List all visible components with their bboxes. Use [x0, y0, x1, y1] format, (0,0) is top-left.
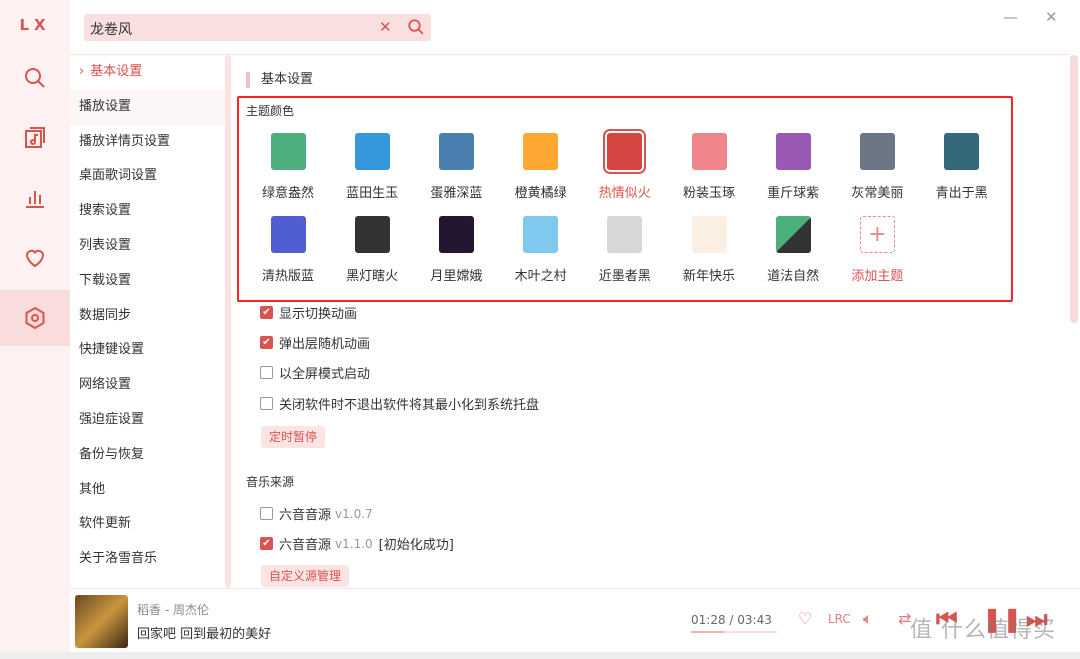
- checkbox[interactable]: [260, 507, 273, 520]
- checkbox-option[interactable]: 关闭软件时不退出软件将其最小化到系统托盘: [260, 394, 539, 413]
- checkbox-option[interactable]: 以全屏模式启动: [260, 363, 370, 382]
- scrollbar-thumb[interactable]: [1070, 55, 1078, 323]
- checkbox[interactable]: [260, 366, 273, 379]
- source-status: [初始化成功]: [378, 538, 454, 553]
- nav-item-label: 播放设置: [79, 98, 132, 114]
- source-version: v1.0.7: [335, 506, 373, 521]
- custom-source-button[interactable]: 自定义源管理: [261, 565, 350, 587]
- nav-item[interactable]: 下载设置: [70, 264, 225, 299]
- checkbox-option[interactable]: ✔ 弹出层随机动画: [260, 333, 370, 352]
- timer-pause-button[interactable]: 定时暂停: [261, 426, 326, 448]
- content-scrollbar[interactable]: [1070, 55, 1078, 588]
- search-icon: [25, 68, 45, 88]
- progress-bar[interactable]: [691, 631, 777, 633]
- nav-item[interactable]: 网络设置: [70, 368, 225, 403]
- checkbox-label: 六音音源: [279, 508, 332, 523]
- watermark: 值 什么值得买: [910, 618, 1056, 643]
- nav-item[interactable]: 播放详情页设置: [70, 125, 225, 160]
- nav-item-label: 播放详情页设置: [79, 133, 171, 149]
- nav-item[interactable]: 快捷键设置: [70, 333, 225, 368]
- nav-item[interactable]: 软件更新: [70, 507, 225, 542]
- annotation-highlight-box: [237, 96, 1013, 302]
- nav-item[interactable]: 备份与恢复: [70, 438, 225, 473]
- checkbox-option[interactable]: 六音音源 v1.0.7: [260, 504, 379, 523]
- checkbox-option[interactable]: ✔ 六音音源 v1.1.0 [初始化成功]: [260, 534, 454, 553]
- nav-item-label: 下载设置: [79, 272, 132, 288]
- nav-item-label: 基本设置: [90, 64, 143, 79]
- nav-item[interactable]: 关于洛雪音乐: [70, 542, 225, 577]
- nav-item-label: 其他: [79, 481, 106, 497]
- nav-item[interactable]: 列表设置: [70, 229, 225, 264]
- nav-item-label: 网络设置: [79, 377, 132, 393]
- heart-icon: [25, 249, 45, 268]
- window-shadow: [0, 652, 1080, 659]
- nav-item[interactable]: 搜索设置: [70, 194, 225, 229]
- search-input[interactable]: 龙卷风: [90, 19, 132, 39]
- section-title: 基本设置: [246, 72, 313, 88]
- current-lyric: 回家吧 回到最初的美好: [137, 627, 272, 642]
- checkbox[interactable]: ✔: [260, 306, 273, 319]
- settings-nav: › 基本设置播放设置播放详情页设置 桌面歌词设置 搜索设置列表设置下载设置数据同步快捷…: [70, 55, 225, 577]
- rail-songlist[interactable]: [0, 110, 70, 166]
- nav-item-label: 数据同步: [79, 307, 132, 323]
- rail-leaderboard[interactable]: [0, 170, 70, 226]
- album-cover[interactable]: [75, 595, 128, 648]
- nav-item[interactable]: 其他: [70, 473, 225, 508]
- icon-sidebar: LX: [0, 0, 70, 659]
- progress-fill: [691, 631, 726, 633]
- lyric-toggle-icon[interactable]: LRC: [828, 612, 851, 626]
- source-title: 音乐来源: [246, 475, 295, 489]
- checkbox-option[interactable]: ✔ 显示切换动画: [260, 303, 357, 322]
- nav-item-label: 列表设置: [79, 237, 132, 253]
- checkbox-label: 六音音源: [279, 538, 332, 553]
- chart-icon: [26, 191, 44, 208]
- nav-item[interactable]: 播放设置: [70, 89, 225, 125]
- play-time: 01:28 / 03:43: [691, 613, 772, 627]
- checkbox[interactable]: [260, 397, 273, 410]
- checkbox[interactable]: ✔: [260, 336, 273, 349]
- nav-item-label: 关于洛雪音乐: [79, 551, 158, 567]
- nav-item[interactable]: 强迫症设置: [70, 403, 225, 438]
- nav-item-label: 搜索设置: [79, 203, 132, 219]
- checkbox-label: 以全屏模式启动: [279, 367, 371, 382]
- volume-icon[interactable]: 🔈︎: [863, 609, 873, 629]
- nav-item[interactable]: › 基本设置: [70, 55, 225, 90]
- settings-icon: [25, 306, 45, 330]
- source-version: v1.1.0: [335, 536, 373, 551]
- nav-item-label: 备份与恢复: [79, 446, 145, 462]
- nav-item-label: 桌面歌词设置: [79, 168, 158, 184]
- rail-favorites[interactable]: [0, 230, 70, 286]
- chevron-right-icon: ›: [79, 64, 85, 79]
- search-submit-icon[interactable]: [407, 18, 425, 36]
- clear-search-icon[interactable]: ✕: [379, 18, 392, 36]
- song-title[interactable]: 稻香 - 周杰伦: [137, 601, 209, 618]
- close-window-button[interactable]: ✕: [1045, 8, 1058, 26]
- nav-item-label: 软件更新: [79, 516, 132, 532]
- search-box[interactable]: 龙卷风 ✕: [84, 14, 431, 41]
- heart-icon[interactable]: ♡: [798, 609, 812, 628]
- nav-scrollbar[interactable]: [225, 55, 231, 588]
- checkbox[interactable]: ✔: [260, 537, 273, 550]
- checkbox-label: 关闭软件时不退出软件将其最小化到系统托盘: [279, 398, 540, 413]
- nav-item-label: 快捷键设置: [79, 342, 145, 358]
- app-logo: LX: [19, 16, 51, 34]
- checkbox-label: 显示切换动画: [279, 307, 358, 322]
- checkbox-label: 弹出层随机动画: [279, 337, 371, 352]
- music-list-icon: [25, 127, 45, 148]
- nav-item-label: 强迫症设置: [79, 411, 145, 427]
- rail-settings[interactable]: [0, 290, 70, 346]
- rail-search[interactable]: [0, 50, 70, 106]
- minimize-button[interactable]: —: [1003, 8, 1018, 26]
- nav-item[interactable]: 桌面歌词设置: [70, 159, 225, 194]
- nav-item[interactable]: 数据同步: [70, 299, 225, 334]
